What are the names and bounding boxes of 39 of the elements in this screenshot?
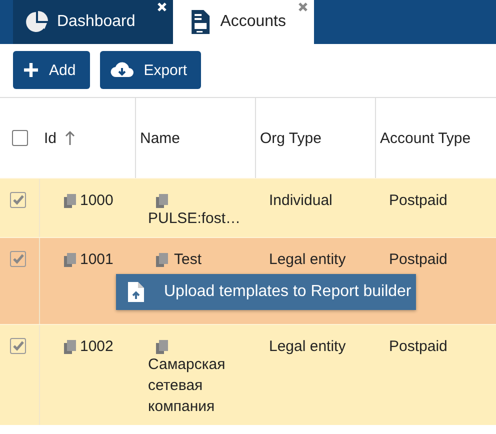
copy-icon[interactable] xyxy=(156,253,168,267)
toolbar-button[interactable]: Export xyxy=(100,51,202,89)
checkbox[interactable] xyxy=(10,338,26,354)
column-header[interactable]: Org Type xyxy=(260,130,322,146)
table-cell-text: 1001 xyxy=(80,250,114,270)
table-cell: Individual xyxy=(269,192,332,209)
table-row[interactable]: 1000 PULSE:fost… Individual Postpaid xyxy=(0,178,496,237)
copy-icon[interactable] xyxy=(64,253,76,267)
table-cell-text: PULSE:fost… xyxy=(148,209,241,229)
table-cell-text: Самарская сетевая компания xyxy=(148,355,226,417)
table-cell: Postpaid xyxy=(389,251,448,268)
tab[interactable]: Accounts xyxy=(173,0,314,44)
plus-icon xyxy=(23,62,39,78)
toolbar-button[interactable]: Add xyxy=(13,51,90,89)
pie-chart-icon xyxy=(25,9,49,35)
copy-icon[interactable] xyxy=(64,194,76,208)
file-upload-icon xyxy=(128,282,144,302)
document-icon xyxy=(189,9,212,35)
copy-icon[interactable] xyxy=(64,340,76,354)
table-cell: Legal entity xyxy=(269,338,346,355)
table-row[interactable]: 1002 Самарская сетевая компания Legal entity Postpaid xyxy=(0,324,496,425)
table-cell-text: 1000 xyxy=(80,191,114,211)
column-header[interactable]: Name xyxy=(140,130,180,146)
sort-arrow-icon[interactable] xyxy=(64,130,75,146)
column-header[interactable]: Id xyxy=(44,130,57,146)
table-cell-text: 1002 xyxy=(80,337,114,357)
checkbox[interactable] xyxy=(10,251,26,267)
copy-icon[interactable] xyxy=(156,194,168,208)
checkbox[interactable] xyxy=(12,130,28,146)
table-cell-text: Test xyxy=(174,250,202,270)
tooltip-menu-item[interactable]: Upload templates to Report builder xyxy=(116,274,416,310)
copy-icon[interactable] xyxy=(156,340,168,354)
checkbox[interactable] xyxy=(10,192,26,208)
table-cell: Postpaid xyxy=(389,192,448,209)
column-header[interactable]: Account Type xyxy=(380,130,471,146)
table-cell: Postpaid xyxy=(389,338,448,355)
cloud-download-icon xyxy=(110,62,134,78)
tab[interactable]: Dashboard xyxy=(13,0,173,44)
table-cell: Legal entity xyxy=(269,251,346,268)
